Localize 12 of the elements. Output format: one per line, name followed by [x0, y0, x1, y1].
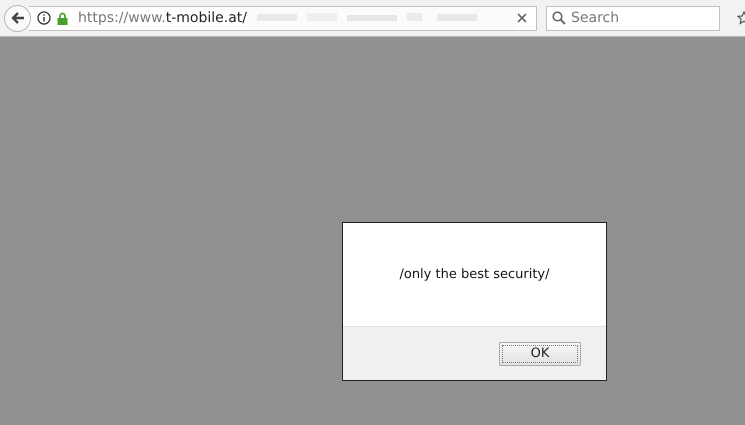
alert-message: /only the best security/ [399, 267, 550, 282]
back-button[interactable] [4, 4, 31, 32]
search-icon [552, 10, 566, 24]
search-field[interactable]: Search [546, 6, 720, 30]
back-arrow-icon [10, 10, 26, 26]
padlock-icon[interactable] [57, 12, 68, 24]
address-bar[interactable]: https://www.t-mobile.at/ [29, 6, 537, 30]
ok-button[interactable]: OK [499, 342, 581, 366]
url-text: https://www. [78, 10, 166, 26]
clear-icon[interactable] [517, 13, 527, 23]
info-icon[interactable] [37, 11, 51, 25]
url-text: t-mobile.at/ [166, 10, 247, 26]
